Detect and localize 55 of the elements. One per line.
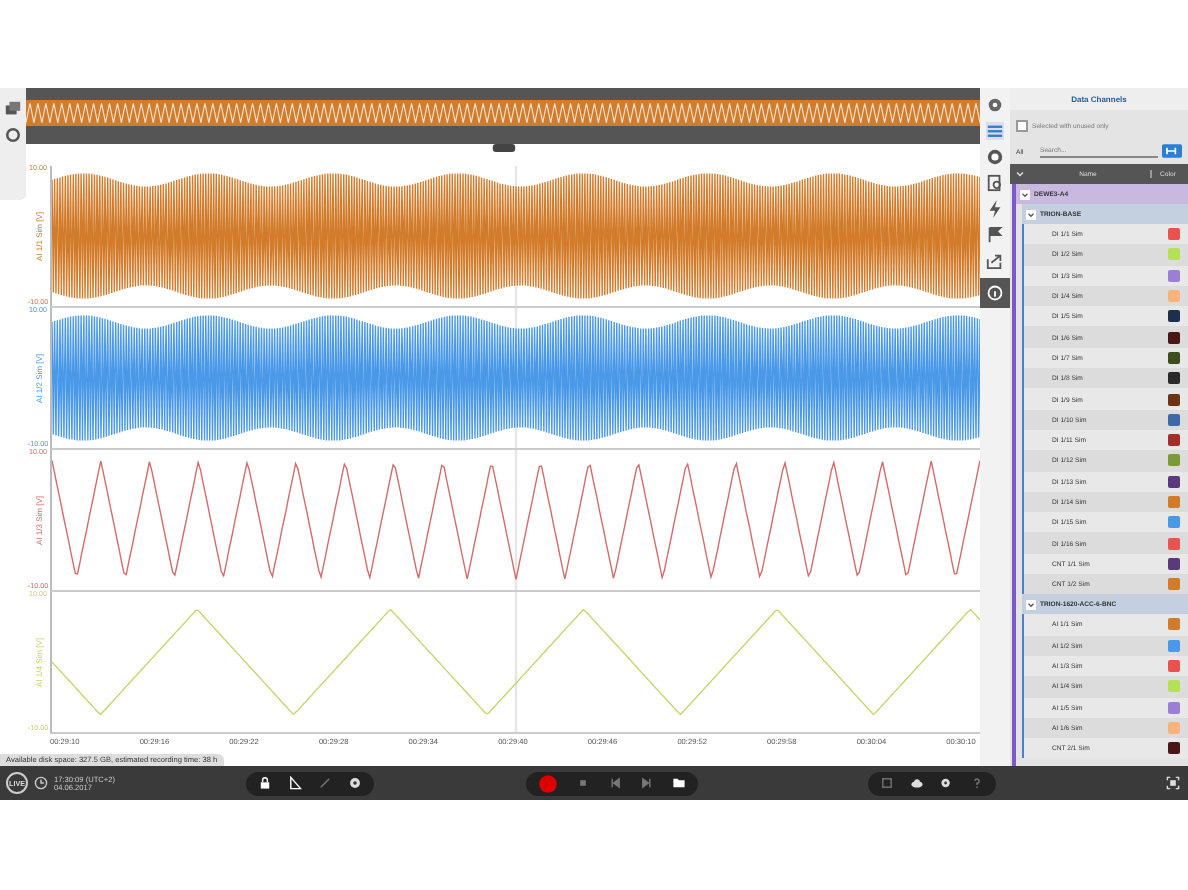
save-icon[interactable] — [880, 776, 894, 790]
color-swatch[interactable] — [1168, 516, 1180, 529]
expand-toggle-icon[interactable] — [1026, 209, 1036, 219]
crop-icon[interactable] — [318, 776, 332, 790]
slider-handle-icon[interactable] — [489, 144, 517, 152]
color-swatch[interactable] — [1168, 475, 1180, 488]
color-swatch[interactable] — [1168, 372, 1180, 385]
color-swatch[interactable] — [1168, 496, 1180, 508]
step-forward-icon[interactable] — [640, 776, 654, 790]
color-swatch[interactable] — [1168, 639, 1180, 652]
collapse-all-icon[interactable] — [1014, 168, 1026, 180]
color-swatch[interactable] — [1168, 578, 1180, 591]
expand-toggle-icon[interactable] — [1020, 189, 1030, 199]
export-icon[interactable] — [986, 252, 1004, 270]
lightning-icon[interactable] — [986, 200, 1004, 218]
record-button-icon[interactable] — [538, 773, 558, 793]
color-swatch[interactable] — [1168, 434, 1180, 447]
overview-strip[interactable] — [26, 88, 980, 144]
color-swatch[interactable] — [1168, 557, 1180, 570]
color-swatch[interactable] — [1168, 660, 1180, 673]
color-swatch[interactable] — [1168, 393, 1180, 406]
color-swatch[interactable] — [1168, 269, 1180, 282]
clock-icon[interactable] — [34, 776, 48, 790]
ruler-icon[interactable] — [288, 776, 302, 790]
color-swatch[interactable] — [1168, 331, 1180, 344]
gears-icon[interactable] — [940, 776, 954, 790]
help-icon[interactable] — [970, 776, 984, 790]
color-swatch[interactable] — [1168, 248, 1180, 261]
zoom-page-icon[interactable] — [986, 174, 1004, 192]
color-swatch[interactable] — [1168, 351, 1180, 364]
color-swatch[interactable] — [1168, 454, 1180, 467]
color-swatch[interactable] — [1168, 290, 1180, 303]
color-swatch[interactable] — [1168, 228, 1180, 241]
color-swatch[interactable] — [1168, 701, 1180, 714]
fullscreen-icon[interactable] — [1166, 776, 1180, 790]
color-swatch[interactable] — [1168, 310, 1180, 323]
lock-icon[interactable] — [258, 776, 272, 790]
expand-toggle-icon[interactable] — [1026, 599, 1036, 610]
color-swatch[interactable] — [1168, 721, 1180, 734]
flag-icon[interactable] — [986, 226, 1004, 244]
info-icon[interactable] — [986, 284, 1004, 302]
folder-icon[interactable] — [672, 776, 686, 790]
color-swatch[interactable] — [1168, 742, 1180, 755]
color-swatch[interactable] — [1168, 413, 1180, 426]
settings-icon[interactable] — [986, 96, 1004, 114]
layers-icon[interactable] — [4, 100, 22, 118]
cloud-icon[interactable] — [910, 776, 924, 790]
color-swatch[interactable] — [1168, 537, 1180, 550]
color-swatch[interactable] — [1168, 618, 1180, 631]
settings-icon[interactable] — [348, 776, 362, 790]
step-back-icon[interactable] — [608, 776, 622, 790]
channel-setup-icon[interactable] — [1162, 144, 1182, 158]
color-swatch[interactable] — [1168, 680, 1180, 693]
list-icon[interactable] — [986, 122, 1004, 140]
filter-checkbox[interactable] — [1016, 120, 1028, 132]
